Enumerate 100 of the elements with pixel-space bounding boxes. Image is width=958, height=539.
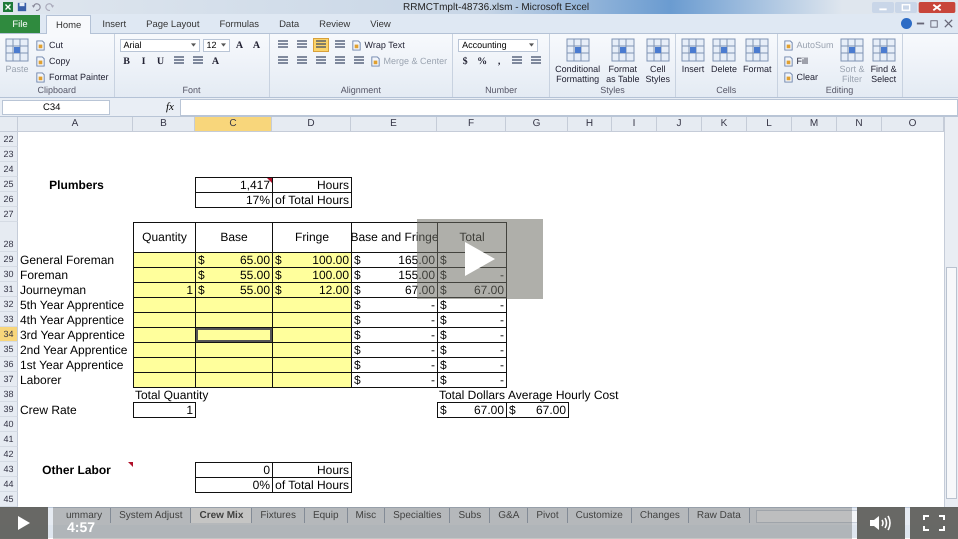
- toolbar-toggle[interactable]: A: [208, 54, 223, 68]
- horizontal-scrollbar[interactable]: [756, 510, 858, 523]
- ribbon-button[interactable]: Clear: [782, 70, 818, 84]
- toolbar-toggle[interactable]: U: [154, 54, 168, 68]
- input-cell[interactable]: [195, 342, 273, 358]
- fullscreen-button[interactable]: [910, 507, 958, 539]
- row-header[interactable]: 36: [0, 357, 18, 372]
- row-header[interactable]: 35: [0, 342, 18, 357]
- table-cell[interactable]: of Total Hours: [272, 477, 352, 493]
- input-cell[interactable]: $ 55.00: [195, 282, 273, 298]
- toolbar-toggle[interactable]: I: [136, 54, 151, 68]
- sheet-tab[interactable]: Specialties: [385, 508, 450, 523]
- row-header[interactable]: 24: [0, 162, 18, 177]
- input-cell[interactable]: $ 65.00: [195, 252, 273, 268]
- table-cell[interactable]: $ -: [437, 312, 507, 328]
- ribbon-button[interactable]: Fill: [782, 54, 808, 68]
- input-cell[interactable]: $ 55.00: [195, 267, 273, 283]
- table-cell[interactable]: $ 67.00: [437, 282, 507, 298]
- table-cell[interactable]: $ 155.00: [351, 267, 438, 283]
- input-cell[interactable]: [133, 372, 196, 388]
- input-cell[interactable]: [133, 297, 196, 313]
- column-header[interactable]: K: [702, 117, 747, 132]
- input-cell[interactable]: [195, 327, 273, 343]
- row-header[interactable]: 26: [0, 192, 18, 207]
- sheet-tab[interactable]: ummary: [58, 508, 112, 523]
- column-header[interactable]: M: [792, 117, 837, 132]
- input-cell[interactable]: [272, 297, 352, 313]
- column-header[interactable]: F: [437, 117, 506, 132]
- table-cell[interactable]: $ -: [437, 342, 507, 358]
- input-cell[interactable]: [272, 312, 352, 328]
- sheet-tab[interactable]: G&A: [490, 508, 528, 523]
- ribbon-button[interactable]: Wrap Text: [350, 38, 405, 52]
- formula-input[interactable]: [180, 98, 958, 116]
- input-cell[interactable]: [133, 252, 196, 268]
- table-cell[interactable]: $ -: [437, 327, 507, 343]
- ribbon-button[interactable]: Cut: [35, 38, 64, 52]
- column-header[interactable]: C: [195, 117, 272, 132]
- input-cell[interactable]: [272, 327, 352, 343]
- ribbon-tab[interactable]: View: [361, 15, 400, 33]
- volume-button[interactable]: [857, 507, 905, 539]
- ribbon-tab[interactable]: Insert: [93, 15, 136, 33]
- column-header[interactable]: J: [657, 117, 702, 132]
- input-cell[interactable]: [272, 372, 352, 388]
- table-cell[interactable]: $ -: [437, 372, 507, 388]
- ribbon-tab[interactable]: Page Layout: [137, 15, 208, 33]
- table-cell[interactable]: 1,417: [195, 177, 273, 193]
- help-icon[interactable]: [901, 18, 912, 29]
- ribbon-button[interactable]: Find & Select: [870, 36, 897, 84]
- sheet-tab[interactable]: Customize: [568, 508, 632, 523]
- input-cell[interactable]: [195, 372, 273, 388]
- input-cell[interactable]: [272, 342, 352, 358]
- ribbon-button[interactable]: Conditional Formatting: [555, 36, 600, 84]
- toolbar-toggle[interactable]: A: [232, 38, 247, 52]
- ribbon-tab[interactable]: Home: [46, 15, 92, 34]
- save-icon[interactable]: [17, 2, 27, 12]
- table-cell[interactable]: $ -: [351, 372, 438, 388]
- vertical-scrollbar[interactable]: [944, 117, 958, 507]
- column-header[interactable]: E: [351, 117, 437, 132]
- column-header[interactable]: N: [837, 117, 882, 132]
- column-header[interactable]: L: [747, 117, 792, 132]
- table-cell[interactable]: 0: [195, 462, 273, 478]
- row-header[interactable]: 31: [0, 282, 18, 297]
- column-header[interactable]: G: [506, 117, 568, 132]
- undo-icon[interactable]: [31, 2, 41, 12]
- toolbar-toggle[interactable]: ,: [492, 54, 506, 68]
- input-cell[interactable]: [133, 312, 196, 328]
- table-cell[interactable]: of Total Hours: [272, 192, 352, 208]
- row-header[interactable]: 34: [0, 327, 18, 342]
- sheet-tab[interactable]: Raw Data: [688, 508, 750, 523]
- row-header[interactable]: 25: [0, 177, 18, 192]
- input-cell[interactable]: [195, 357, 273, 373]
- toolbar-toggle[interactable]: B: [120, 54, 134, 68]
- input-cell[interactable]: [133, 267, 196, 283]
- row-header[interactable]: 23: [0, 147, 18, 162]
- sheet-tab[interactable]: Changes: [632, 508, 689, 523]
- ribbon-tab[interactable]: Review: [310, 15, 360, 33]
- sheet-tab[interactable]: Subs: [450, 508, 490, 523]
- table-cell[interactable]: Hours: [272, 177, 352, 193]
- ribbon-button[interactable]: Format Painter: [35, 70, 109, 84]
- play-button[interactable]: [0, 507, 48, 539]
- row-header[interactable]: 43: [0, 462, 18, 477]
- dropdown-field[interactable]: 12: [202, 38, 230, 52]
- ribbon-tab[interactable]: Data: [270, 15, 308, 33]
- close-icon[interactable]: [943, 18, 954, 29]
- row-header[interactable]: 29: [0, 252, 18, 267]
- ribbon-button[interactable]: Insert: [680, 36, 705, 74]
- input-cell[interactable]: 1: [133, 282, 196, 298]
- restore-icon[interactable]: [929, 18, 940, 29]
- ribbon-tab[interactable]: File: [0, 15, 40, 33]
- input-cell[interactable]: [195, 312, 273, 328]
- table-cell[interactable]: 1: [133, 402, 196, 418]
- row-header[interactable]: 33: [0, 312, 18, 327]
- dropdown-field[interactable]: Arial: [120, 38, 200, 52]
- input-cell[interactable]: [133, 327, 196, 343]
- column-header[interactable]: O: [882, 117, 944, 132]
- row-header[interactable]: 30: [0, 267, 18, 282]
- row-header[interactable]: 41: [0, 432, 18, 447]
- ribbon-button[interactable]: Copy: [35, 54, 70, 68]
- sheet-tab[interactable]: Crew Mix: [191, 508, 252, 523]
- toolbar-toggle[interactable]: %: [475, 54, 490, 68]
